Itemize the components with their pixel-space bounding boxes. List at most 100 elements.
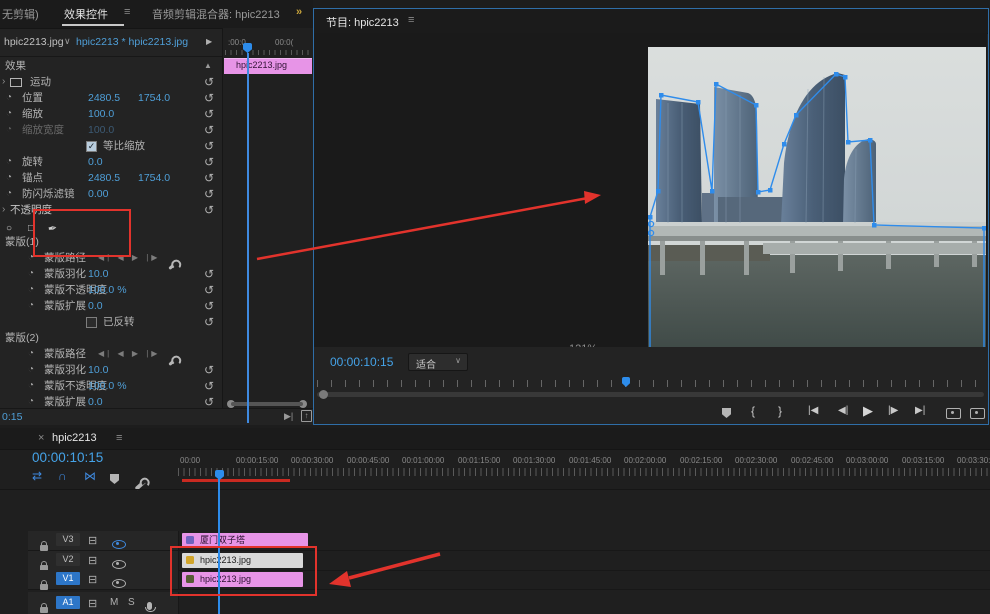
stopwatch-icon[interactable]: ◔	[28, 266, 34, 282]
inverted-checkbox[interactable]	[86, 317, 97, 328]
position-x-value[interactable]: 2480.5	[88, 90, 120, 106]
timeline-ruler[interactable]: 00:00 00:00:15:00 00:00:30:00 00:00:45:0…	[178, 450, 990, 480]
chevron-down-icon[interactable]: ∨	[64, 36, 71, 47]
rotation-value[interactable]: 0.0	[88, 154, 103, 170]
solo-button[interactable]: S	[128, 597, 135, 608]
tab-effect-controls[interactable]: 效果控件	[64, 6, 108, 22]
antiflicker-value[interactable]: 0.00	[88, 186, 108, 202]
reset-icon[interactable]: ↺	[204, 378, 214, 394]
play-around-icon[interactable]: ▶|	[284, 411, 293, 422]
program-scrollbar[interactable]	[317, 392, 984, 397]
tab-source-monitor[interactable]: 无剪辑)	[2, 6, 39, 22]
mask2-header-row[interactable]: 蒙版(2)	[0, 330, 222, 346]
motion-group-row[interactable]: › 运动 ↺	[0, 74, 222, 90]
tab-program-monitor[interactable]: 节目: hpic2213	[326, 14, 399, 30]
clip-v1[interactable]: hpic2213.jpg	[182, 572, 303, 587]
opacity-group-row[interactable]: › 不透明度 ↺	[0, 202, 222, 218]
mask-opacity-value[interactable]: 100.0 %	[88, 282, 127, 298]
overflow-panels-icon[interactable]: »	[296, 6, 302, 18]
mask-opacity-value[interactable]: 100.0 %	[88, 378, 127, 394]
reset-icon[interactable]: ↺	[204, 90, 214, 106]
close-tab-icon[interactable]: ×	[38, 432, 44, 444]
reset-icon[interactable]: ↺	[204, 74, 214, 90]
track-badge-v3[interactable]: V3	[56, 533, 80, 546]
panel-menu-icon[interactable]: ≡	[408, 14, 414, 26]
program-scrollbar-knob[interactable]	[319, 390, 328, 399]
monitor-image[interactable]	[648, 47, 986, 347]
twirl-icon[interactable]: ›	[2, 202, 5, 218]
panel-menu-icon[interactable]: ≡	[124, 6, 130, 18]
reset-icon[interactable]: ↺	[204, 314, 214, 330]
track-badge-v2[interactable]: V2	[56, 553, 80, 566]
reset-icon[interactable]: ↺	[204, 266, 214, 282]
reset-icon[interactable]: ↺	[204, 154, 214, 170]
stopwatch-icon[interactable]: ◔	[28, 298, 34, 314]
mask1-header-row[interactable]: 蒙版(1)	[0, 234, 222, 250]
mask-expansion-value[interactable]: 0.0	[88, 298, 103, 314]
mini-ruler-ticks[interactable]	[225, 50, 312, 55]
stopwatch-icon[interactable]: ◔	[28, 362, 34, 378]
stopwatch-icon[interactable]: ◔	[28, 282, 34, 298]
mute-button[interactable]: M	[110, 597, 118, 608]
track-badge-v1[interactable]: V1	[56, 572, 80, 585]
nest-toggle-icon[interactable]: ⇄	[32, 469, 42, 483]
mini-zoom-bar[interactable]	[231, 402, 303, 406]
sync-lock-icon[interactable]: ⊟	[88, 554, 97, 567]
timeline-timecode[interactable]: 00:00:10:15	[32, 450, 103, 465]
clip-v3[interactable]: 厦门双子塔	[182, 533, 308, 548]
go-to-out-icon[interactable]: ▶|	[915, 405, 925, 416]
uniform-scale-checkbox[interactable]: ✓	[86, 141, 97, 152]
step-forward-icon[interactable]: |▶	[888, 405, 898, 416]
stopwatch-icon[interactable]: ◔	[6, 170, 12, 186]
snap-magnet-icon[interactable]: ∩	[58, 469, 67, 483]
reset-icon[interactable]: ↺	[204, 202, 214, 218]
play-button[interactable]: ▶	[863, 403, 873, 419]
program-timecode[interactable]: 00:00:10:15	[330, 355, 393, 369]
lock-icon[interactable]	[40, 600, 48, 614]
program-mini-ruler[interactable]	[317, 380, 984, 387]
add-marker-icon[interactable]	[110, 471, 119, 489]
expand-timeline-icon[interactable]: ▶	[206, 37, 212, 46]
sync-lock-icon[interactable]: ⊟	[88, 573, 97, 586]
mask-feather-value[interactable]: 10.0	[88, 362, 108, 378]
effect-mini-timeline[interactable]: :00:0 00:0( hpic2213.jpg	[222, 28, 314, 408]
sync-lock-icon[interactable]: ⊟	[88, 597, 97, 610]
mask-feather-value[interactable]: 10.0	[88, 266, 108, 282]
step-back-icon[interactable]: ◀|	[838, 405, 848, 416]
twirl-icon[interactable]: ›	[2, 74, 5, 90]
tab-sequence[interactable]: hpic2213	[52, 432, 97, 444]
go-to-in-icon[interactable]: |◀	[808, 405, 818, 416]
anchor-x-value[interactable]: 2480.5	[88, 170, 120, 186]
reset-icon[interactable]: ↺	[204, 106, 214, 122]
zoom-level-select[interactable]: 适合 ∨	[408, 353, 468, 371]
reset-icon[interactable]: ↺	[204, 282, 214, 298]
export-frame-icon[interactable]	[946, 406, 961, 424]
voiceover-mic-icon[interactable]	[147, 597, 152, 614]
position-y-value[interactable]: 1754.0	[138, 90, 170, 106]
add-marker-icon[interactable]	[722, 405, 731, 423]
reset-icon[interactable]: ↺	[204, 186, 214, 202]
tab-audio-clip-mixer[interactable]: 音频剪辑混合器: hpic2213	[152, 6, 280, 22]
reset-icon[interactable]: ↺	[204, 298, 214, 314]
stopwatch-icon[interactable]: ◔	[6, 106, 12, 122]
track-output-eye-icon[interactable]	[112, 575, 126, 593]
stopwatch-icon[interactable]: ◔	[28, 378, 34, 394]
panel-menu-icon[interactable]: ≡	[116, 432, 122, 444]
reset-icon[interactable]: ↺	[204, 170, 214, 186]
stopwatch-icon[interactable]: ◔	[6, 90, 12, 106]
track-badge-a1[interactable]: A1	[56, 596, 80, 609]
reset-icon[interactable]: ↺	[204, 362, 214, 378]
stopwatch-icon[interactable]: ◔	[6, 186, 12, 202]
mark-in-icon[interactable]: {	[751, 404, 755, 418]
anchor-y-value[interactable]: 1754.0	[138, 170, 170, 186]
mini-timeline-clip[interactable]: hpic2213.jpg	[224, 58, 312, 74]
collapse-section-icon[interactable]: ▲	[204, 58, 212, 74]
scale-value[interactable]: 100.0	[88, 106, 114, 122]
stopwatch-icon[interactable]: ◔	[28, 250, 34, 266]
reset-icon[interactable]: ↺	[204, 138, 214, 154]
export-icon[interactable]: ↑	[301, 410, 312, 422]
sync-lock-icon[interactable]: ⊟	[88, 534, 97, 547]
mark-out-icon[interactable]: }	[778, 404, 782, 418]
clip-v2-selected[interactable]: hpic2213.jpg	[182, 553, 303, 568]
comparison-view-icon[interactable]	[970, 406, 985, 424]
